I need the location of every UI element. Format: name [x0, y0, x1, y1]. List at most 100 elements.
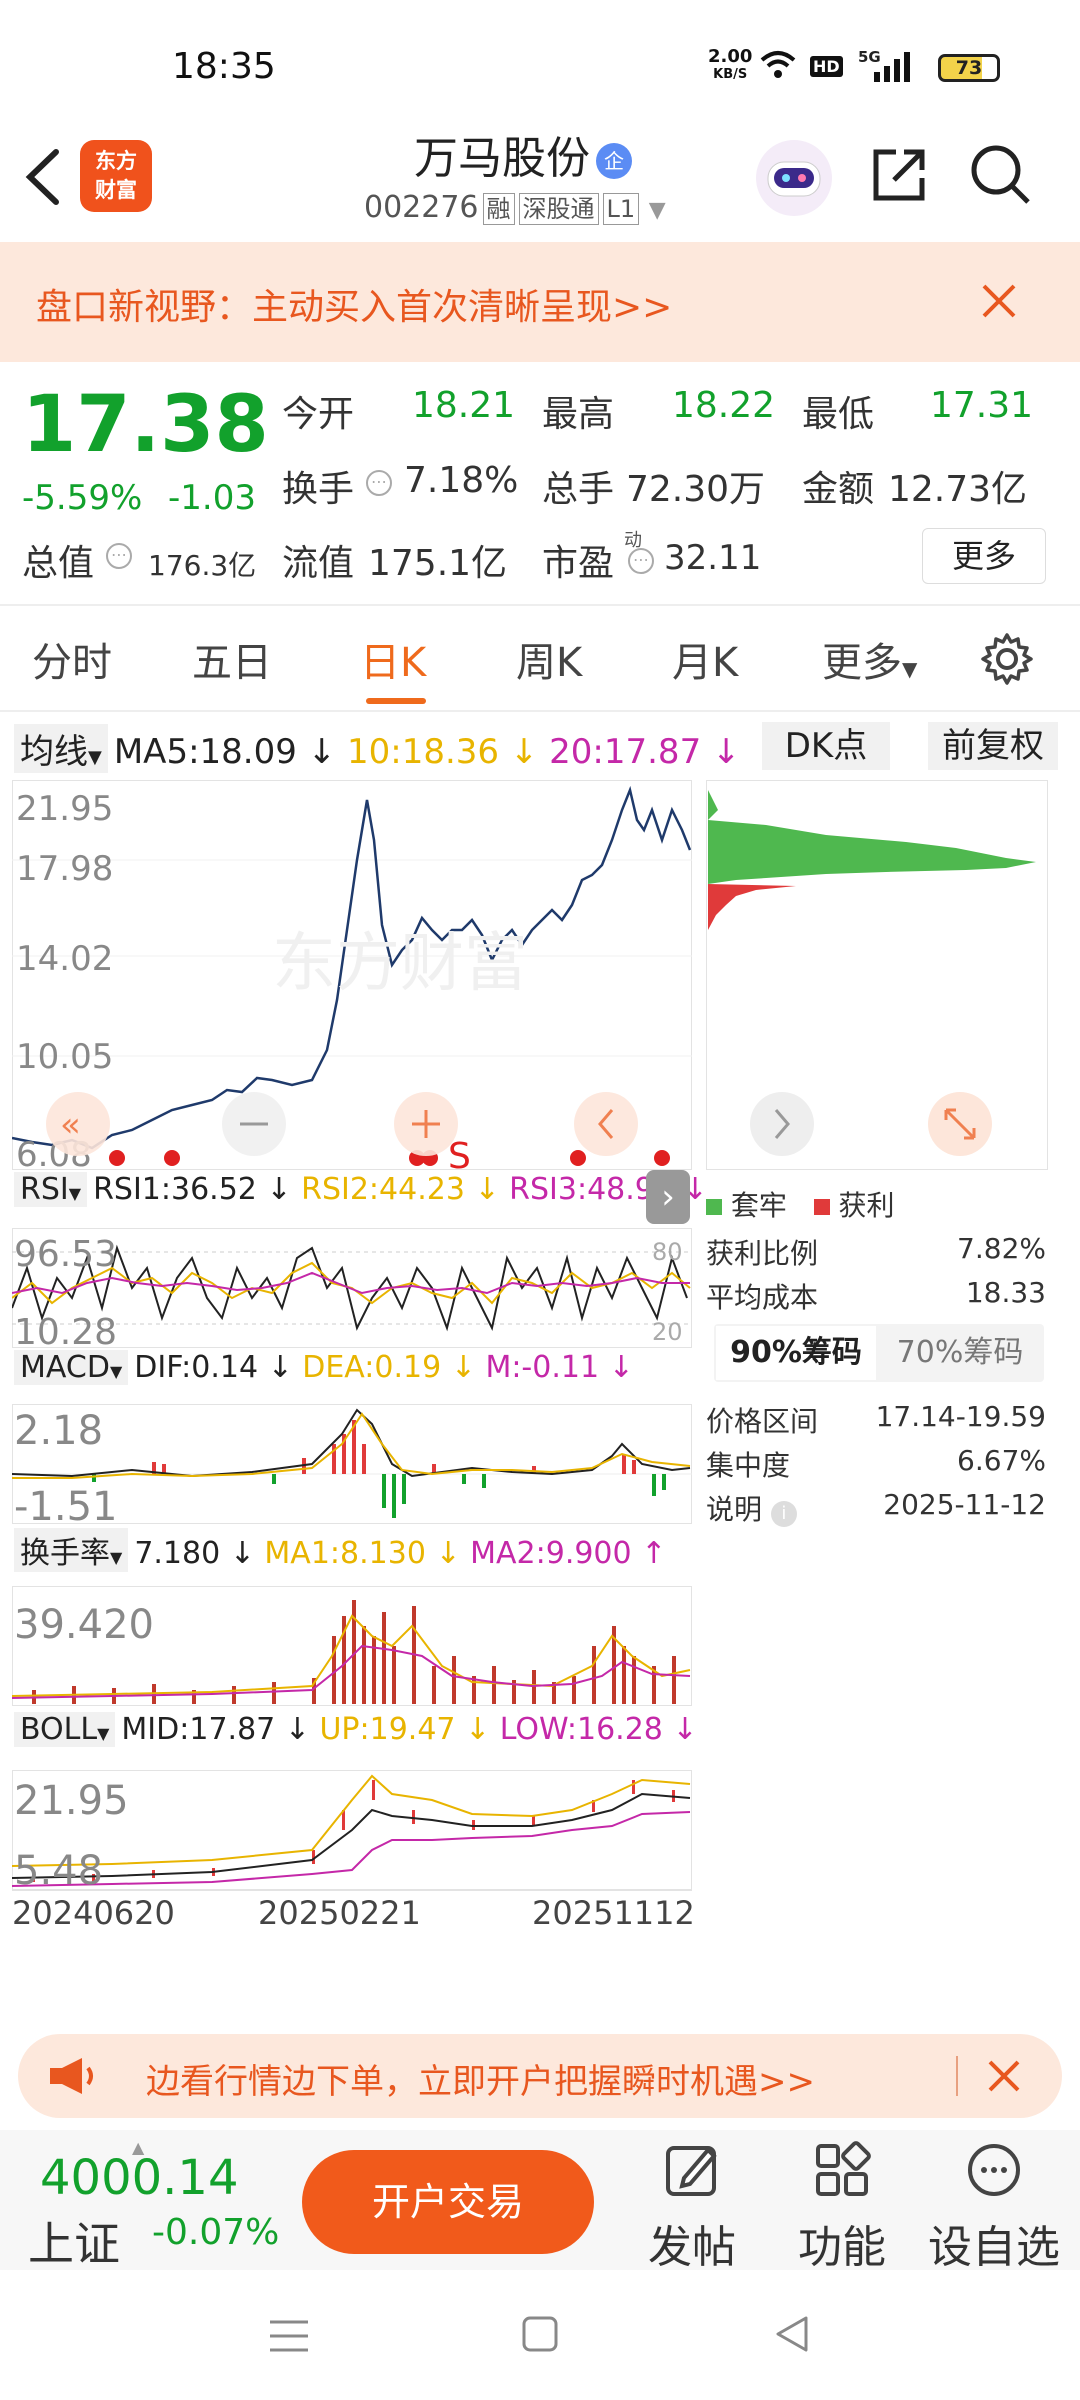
edit-icon — [666, 2146, 717, 2196]
index-value[interactable]: 4000.14 — [40, 2150, 239, 2206]
chip-tab-group: 90%筹码 70%筹码 — [714, 1324, 1044, 1382]
tab-weekly-k[interactable]: 周K — [516, 630, 582, 688]
info-icon[interactable]: ⋯ — [366, 470, 392, 496]
dk-point-button[interactable]: DK点 — [762, 722, 890, 770]
macd-select-label: MACD — [20, 1350, 110, 1385]
watchlist-label: 设自选 — [928, 2222, 1060, 2273]
functions-button[interactable]: 功能 — [798, 2140, 886, 2275]
hd-icon: HD — [810, 56, 843, 77]
dropdown-triangle-icon: ▼ — [68, 1184, 82, 1203]
share-icon[interactable] — [868, 144, 930, 206]
chevron-right-icon: › — [661, 1177, 675, 1217]
megaphone-icon — [50, 2058, 93, 2094]
tab-more[interactable]: 更多▼ — [822, 630, 917, 688]
grid-icon — [816, 2141, 871, 2196]
avg-cost-label: 平均成本 — [706, 1281, 819, 1314]
search-icon[interactable] — [968, 142, 1032, 206]
rsi-y-bottom: 10.28 — [14, 1312, 117, 1348]
promo-banner[interactable]: 盘口新视野：主动买入首次清晰呈现>> — [0, 242, 1080, 362]
info-icon[interactable]: ⋯ — [106, 543, 132, 569]
macd-y-bottom: -1.51 — [14, 1484, 118, 1524]
tab-chip-90[interactable]: 90%筹码 — [716, 1326, 876, 1380]
chip-distribution-chart[interactable] — [706, 780, 1048, 1170]
menu-icon[interactable] — [268, 2316, 310, 2356]
stock-title: 万马股份 — [414, 133, 590, 184]
turnover-chart: 39.420 — [12, 1586, 692, 1706]
more-button[interactable]: 更多 — [922, 528, 1046, 584]
stock-name: 万马股份企 — [414, 122, 632, 186]
kline-chart[interactable]: 东方财富 21.95 17.98 14.02 10.05 6.08 S « — [12, 780, 692, 1170]
chip-next-button[interactable] — [750, 1092, 814, 1156]
turnover-value: 7.18% — [404, 460, 519, 501]
tab-daily-k[interactable]: 日K — [360, 630, 426, 688]
close-icon[interactable] — [984, 2056, 1024, 2096]
rsi-20-line-label: 20 — [652, 1318, 683, 1346]
scroll-left-button[interactable]: « — [46, 1092, 110, 1156]
account-promo-bar[interactable]: 边看行情边下单，立即开户把握瞬时机遇>> — [18, 2034, 1062, 2118]
ma5-value: MA5:18.09 — [113, 732, 297, 772]
divider — [0, 604, 1080, 606]
amount-label: 金额 — [802, 469, 875, 510]
indicator-expand-button[interactable]: › — [646, 1170, 690, 1224]
date-start: 20240620 — [12, 1894, 175, 1930]
tab-5day[interactable]: 五日 — [192, 630, 272, 688]
concentration-label: 集中度 — [706, 1449, 791, 1482]
turnover-ma2: MA2:9.900 — [470, 1536, 632, 1571]
net-speed-value: 2.00 — [708, 46, 753, 67]
ai-assistant-icon[interactable] — [754, 138, 834, 218]
level-tag: L1 — [602, 193, 640, 225]
tab-intraday[interactable]: 分时 — [32, 630, 112, 688]
chip-legend: 套牢 获利 — [706, 1184, 1046, 1224]
settings-gear-icon[interactable] — [980, 632, 1034, 686]
note-date: 2025-11-12 — [883, 1488, 1046, 1521]
signal-dot — [570, 1150, 586, 1166]
close-icon[interactable] — [980, 282, 1018, 320]
note-row: 说明 i 2025-11-12 — [706, 1488, 1046, 1528]
divider — [0, 710, 1080, 712]
info-circle-icon[interactable]: i — [770, 1501, 797, 1527]
rsi-select[interactable]: RSI▼ — [14, 1172, 88, 1207]
avg-cost-row: 平均成本 18.33 — [706, 1276, 1046, 1316]
zoom-in-button[interactable] — [394, 1092, 458, 1156]
macd-chart: 2.18 -1.51 — [12, 1404, 692, 1524]
add-watchlist-button[interactable]: 设自选 — [928, 2140, 1060, 2275]
stock-code-row[interactable]: 002276 融深股通 L1 ▼ — [364, 190, 666, 225]
back-triangle-icon[interactable] — [772, 2314, 812, 2354]
tab-chip-70[interactable]: 70%筹码 — [880, 1326, 1040, 1380]
ma-select[interactable]: 均线▼ — [14, 724, 108, 773]
banner-text: 盘口新视野：主动买入首次清晰呈现>> — [36, 287, 673, 328]
adjust-price-button[interactable]: 前复权 — [928, 722, 1058, 770]
profit-ratio-row: 获利比例 7.82% — [706, 1232, 1046, 1272]
avg-cost-value: 18.33 — [965, 1276, 1046, 1309]
chevron-down-icon: ▼ — [648, 198, 666, 223]
dropdown-triangle-icon: ▼ — [88, 747, 102, 768]
zoom-out-button[interactable] — [222, 1092, 286, 1156]
high-label: 最高 — [542, 394, 615, 435]
rsi-chart: 96.53 10.28 80 20 — [12, 1228, 692, 1348]
fullscreen-button[interactable] — [928, 1092, 992, 1156]
clock: 18:35 — [172, 46, 276, 87]
macd-select[interactable]: MACD▼ — [14, 1350, 129, 1385]
turnover-y-top: 39.420 — [14, 1602, 154, 1648]
current-price: 17.38 — [22, 380, 269, 470]
low-value: 17.31 — [930, 385, 1034, 426]
tab-more-label: 更多 — [822, 640, 902, 686]
home-icon[interactable] — [520, 2314, 560, 2354]
mktcap-label: 总值 — [22, 543, 95, 584]
turnover-select[interactable]: 换手率▼ — [14, 1528, 129, 1572]
post-button[interactable]: 发帖 — [648, 2140, 736, 2275]
low-label: 最低 — [802, 394, 875, 435]
signal-dot — [164, 1150, 180, 1166]
amount-value: 12.73亿 — [888, 469, 1028, 510]
step-left-button[interactable] — [574, 1092, 638, 1156]
tab-monthly-k[interactable]: 月K — [672, 630, 738, 688]
stock-code: 002276 — [364, 190, 479, 225]
info-icon[interactable]: ⋯ — [628, 548, 654, 574]
price-range-row: 价格区间 17.14-19.59 — [706, 1400, 1046, 1440]
concentration-value: 6.67% — [957, 1444, 1046, 1477]
back-arrow-icon[interactable] — [20, 146, 64, 208]
boll-mid: MID:17.87 — [121, 1712, 276, 1747]
boll-select[interactable]: BOLL▼ — [14, 1712, 116, 1747]
open-account-trade-button[interactable]: 开户交易 — [302, 2150, 594, 2254]
y-label-3: 14.02 — [16, 939, 113, 979]
